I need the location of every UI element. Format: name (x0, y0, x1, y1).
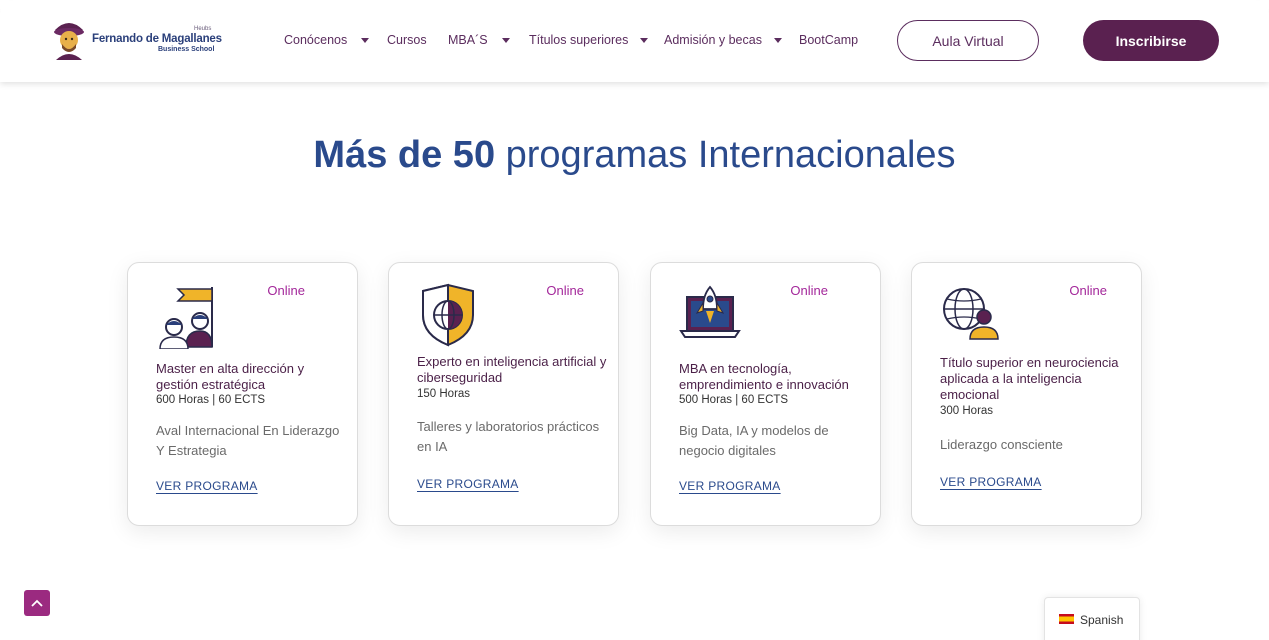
leadership-flag-icon (159, 287, 213, 349)
scroll-to-top-button[interactable] (24, 590, 50, 616)
card-mode: Online (1069, 283, 1107, 298)
logo-name: Fernando de Magallanes (92, 33, 222, 45)
language-label: Spanish (1080, 613, 1124, 627)
card-title: MBA en tecnología, emprendimiento e inno… (679, 361, 849, 392)
nav-titulos-superiores[interactable]: Títulos superiores (529, 33, 649, 47)
caret-down-icon (640, 37, 649, 43)
language-selector[interactable]: Spanish (1044, 597, 1140, 640)
card-title: Master en alta dirección y gestión estra… (156, 361, 305, 392)
globe-person-icon (943, 288, 999, 340)
nav-cursos[interactable]: Cursos (387, 33, 427, 47)
shield-globe-icon (422, 283, 474, 347)
logo-subtitle: Business School (158, 46, 215, 53)
logo-top-text: Heubs (194, 26, 212, 32)
caret-down-icon (361, 37, 370, 43)
card-mode: Online (790, 283, 828, 298)
card-hours: 150 Horas (417, 388, 471, 400)
ver-programa-link[interactable]: VER PROGRAMA (156, 479, 258, 493)
card-title: Experto en inteligencia artificial y cib… (417, 354, 607, 385)
program-card: Online Título superior en neurociencia a… (911, 262, 1142, 526)
card-description: Liderazgo consciente (940, 437, 1063, 452)
nav-label: Admisión y becas (664, 33, 762, 47)
ver-programa-link[interactable]: VER PROGRAMA (940, 475, 1042, 489)
nav-label: Conócenos (284, 33, 348, 47)
card-title: Título superior en neurociencia aplicada… (940, 355, 1119, 402)
nav-label: MBA´S (448, 33, 488, 47)
page: Heubs Fernando de Magallanes Business Sc… (0, 0, 1269, 640)
card-mode: Online (267, 283, 305, 298)
card-description: Aval Internacional En Liderazgo Y Estrat… (156, 423, 340, 458)
program-card: Online MBA en tecnología, emprendimiento… (650, 262, 881, 526)
spain-flag-icon (1059, 614, 1074, 624)
heading-bold: Más de 50 (313, 134, 496, 176)
nav-mbas[interactable]: MBA´S (448, 33, 510, 47)
card-hours: 600 Horas | 60 ECTS (156, 394, 266, 406)
nav-label: BootCamp (799, 33, 859, 47)
ver-programa-link[interactable]: VER PROGRAMA (417, 477, 519, 491)
chevron-up-icon (31, 599, 43, 607)
program-card: Online Master en alta dirección y gestió… (127, 262, 358, 526)
rocket-laptop-icon (679, 285, 741, 338)
program-card: Online Experto en inteligencia artificia… (388, 262, 619, 526)
card-hours: 500 Horas | 60 ECTS (679, 394, 789, 406)
ver-programa-link[interactable]: VER PROGRAMA (679, 479, 781, 493)
nav-label: Cursos (387, 33, 427, 47)
nav-conocenos[interactable]: Conócenos (284, 33, 370, 47)
nav-bootcamp[interactable]: BootCamp (799, 33, 858, 47)
card-description: Big Data, IA y modelos de negocio digita… (679, 423, 829, 458)
aula-virtual-button[interactable]: Aula Virtual (897, 20, 1039, 61)
nav-admision-becas[interactable]: Admisión y becas (664, 33, 782, 47)
caret-down-icon (501, 37, 510, 43)
nav-label: Títulos superiores (529, 33, 629, 47)
heading-rest: programas Internacionales (495, 134, 956, 176)
site-header: Heubs Fernando de Magallanes Business Sc… (0, 0, 1269, 82)
caret-down-icon (773, 37, 782, 43)
card-hours: 300 Horas (940, 405, 994, 417)
card-description: Talleres y laboratorios prácticos en IA (417, 419, 600, 454)
magallanes-portrait-icon (54, 23, 84, 60)
card-mode: Online (546, 283, 584, 298)
inscribirse-button[interactable]: Inscribirse (1083, 20, 1219, 61)
page-heading: Más de 50 programas Internacionales (0, 134, 1269, 177)
